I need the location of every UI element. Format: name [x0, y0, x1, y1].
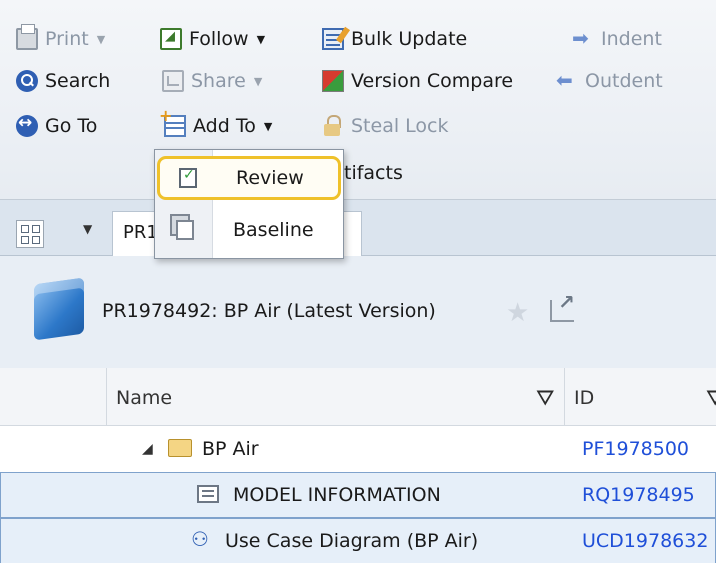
- indent-label: Indent: [601, 28, 662, 50]
- add-to-table-icon: [159, 106, 186, 137]
- version-compare-label: Version Compare: [351, 70, 514, 92]
- search-label: Search: [45, 70, 111, 92]
- follow-label: Follow: [189, 28, 249, 50]
- outdent-button[interactable]: Outdent: [556, 64, 663, 98]
- filter-funnel-icon[interactable]: ⛛: [706, 386, 716, 411]
- menu-item-label: Review: [236, 167, 304, 189]
- chevron-down-icon: ▼: [96, 32, 106, 46]
- artifacts-button-partial[interactable]: tifacts: [344, 162, 403, 184]
- bulk-update-label: Bulk Update: [351, 28, 468, 50]
- review-checklist-icon: [160, 167, 216, 188]
- print-button[interactable]: Print ▼: [16, 22, 105, 56]
- add-to-dropdown-menu: Review Baseline: [154, 149, 344, 259]
- folder-icon: [168, 439, 192, 462]
- chevron-down-icon: ▼: [256, 32, 266, 46]
- search-icon: [16, 70, 38, 92]
- menu-item-review[interactable]: Review: [157, 156, 341, 200]
- print-label: Print: [45, 28, 89, 50]
- printer-icon: [16, 24, 38, 50]
- favorite-star-icon[interactable]: ★: [506, 298, 529, 328]
- search-button[interactable]: Search: [16, 64, 110, 98]
- column-header-id[interactable]: ID: [574, 387, 594, 409]
- grid-view-icon[interactable]: [16, 220, 44, 248]
- row-name: Use Case Diagram (BP Air): [225, 530, 479, 552]
- column-divider: [564, 368, 565, 426]
- goto-button[interactable]: Go To: [16, 109, 97, 143]
- row-name: MODEL INFORMATION: [233, 484, 441, 506]
- chevron-down-icon: ▼: [253, 74, 263, 88]
- column-header-name[interactable]: Name: [116, 387, 172, 409]
- use-case-diagram-icon: ⚇: [191, 527, 209, 551]
- outdent-arrow-icon: [556, 68, 578, 92]
- share-icon: [162, 70, 184, 92]
- tab-list-dropdown-icon[interactable]: ▼: [83, 222, 92, 236]
- steal-lock-button[interactable]: Steal Lock: [322, 109, 449, 143]
- export-share-icon[interactable]: [550, 290, 575, 322]
- column-divider: [106, 368, 107, 426]
- bulk-update-icon: [322, 28, 344, 50]
- row-id-link[interactable]: PF1978500: [582, 438, 689, 460]
- share-label: Share: [191, 70, 246, 92]
- page-title: PR1978492: BP Air (Latest Version): [102, 300, 436, 322]
- table-row[interactable]: MODEL INFORMATION RQ1978495: [0, 472, 716, 518]
- outdent-label: Outdent: [585, 70, 663, 92]
- indent-arrow-icon: [572, 26, 594, 50]
- steal-lock-label: Steal Lock: [351, 115, 449, 137]
- row-name: BP Air: [202, 438, 259, 460]
- follow-feed-icon: [160, 28, 182, 50]
- table-row[interactable]: ⚇ Use Case Diagram (BP Air) UCD1978632: [0, 518, 716, 563]
- expand-triangle-icon[interactable]: ◢: [142, 441, 153, 457]
- menu-item-baseline[interactable]: Baseline: [157, 208, 341, 252]
- menu-item-label: Baseline: [233, 219, 314, 241]
- version-compare-icon: [322, 70, 344, 92]
- add-to-button[interactable]: Add To ▼: [159, 106, 273, 143]
- bulk-update-button[interactable]: Bulk Update: [322, 22, 467, 56]
- requirement-icon: [197, 485, 219, 508]
- share-button[interactable]: Share ▼: [162, 64, 262, 98]
- follow-button[interactable]: Follow ▼: [160, 22, 265, 56]
- indent-button[interactable]: Indent: [572, 22, 662, 56]
- goto-label: Go To: [45, 115, 98, 137]
- goto-arrows-icon: [16, 113, 38, 137]
- row-id-link[interactable]: UCD1978632: [582, 530, 716, 552]
- baseline-copy-icon: [157, 220, 213, 240]
- package-cube-icon: [34, 277, 84, 341]
- lock-icon: [322, 115, 344, 137]
- table-header: [0, 368, 716, 426]
- ribbon-toolbar: Print ▼ Follow ▼ Bulk Update Indent Sear…: [0, 0, 716, 200]
- add-to-label: Add To: [193, 115, 256, 137]
- version-compare-button[interactable]: Version Compare: [322, 64, 513, 98]
- filter-funnel-icon[interactable]: ⛛: [536, 386, 554, 411]
- row-id-link[interactable]: RQ1978495: [582, 484, 695, 506]
- chevron-down-icon: ▼: [263, 119, 273, 133]
- table-row[interactable]: ◢ BP Air PF1978500: [0, 427, 716, 473]
